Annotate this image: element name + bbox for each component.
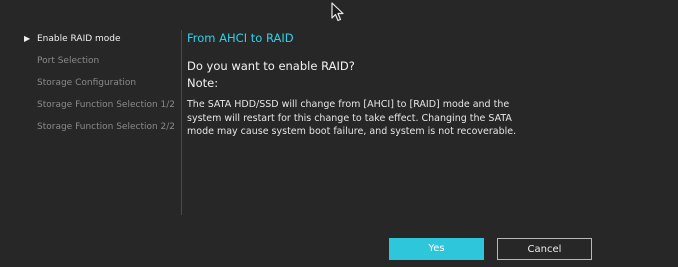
sidebar-item-port-selection[interactable]: Port Selection bbox=[24, 54, 174, 76]
sidebar-item-label: Enable RAID mode bbox=[37, 34, 121, 44]
sidebar-item-label: Port Selection bbox=[37, 56, 100, 66]
mouse-cursor-icon bbox=[331, 2, 344, 22]
sidebar-item-enable-raid-mode[interactable]: ▶ Enable RAID mode bbox=[24, 32, 174, 54]
dialog-question: Do you want to enable RAID? bbox=[187, 59, 355, 73]
sidebar-item-storage-configuration[interactable]: Storage Configuration bbox=[24, 76, 174, 98]
vertical-divider bbox=[181, 30, 182, 215]
dialog-title: From AHCI to RAID bbox=[187, 31, 294, 45]
sidebar-item-label: Storage Function Selection 1/2 bbox=[37, 100, 176, 110]
dialog-description: The SATA HDD/SSD will change from [AHCI]… bbox=[187, 99, 517, 137]
triangle-right-icon: ▶ bbox=[24, 34, 31, 43]
sidebar: ▶ Enable RAID mode Port Selection Storag… bbox=[24, 32, 176, 142]
raid-setup-screen: ▶ Enable RAID mode Port Selection Storag… bbox=[0, 0, 678, 267]
sidebar-item-label: Storage Function Selection 2/2 bbox=[37, 122, 176, 132]
dialog-content: From AHCI to RAID Do you want to enable … bbox=[187, 30, 567, 139]
note-label: Note: bbox=[187, 76, 219, 90]
sidebar-item-storage-function-2[interactable]: Storage Function Selection 2/2 bbox=[24, 120, 176, 142]
cancel-button[interactable]: Cancel bbox=[497, 238, 592, 260]
yes-button[interactable]: Yes bbox=[389, 238, 484, 260]
sidebar-item-label: Storage Configuration bbox=[37, 78, 137, 88]
sidebar-item-storage-function-1[interactable]: Storage Function Selection 1/2 bbox=[24, 98, 176, 120]
